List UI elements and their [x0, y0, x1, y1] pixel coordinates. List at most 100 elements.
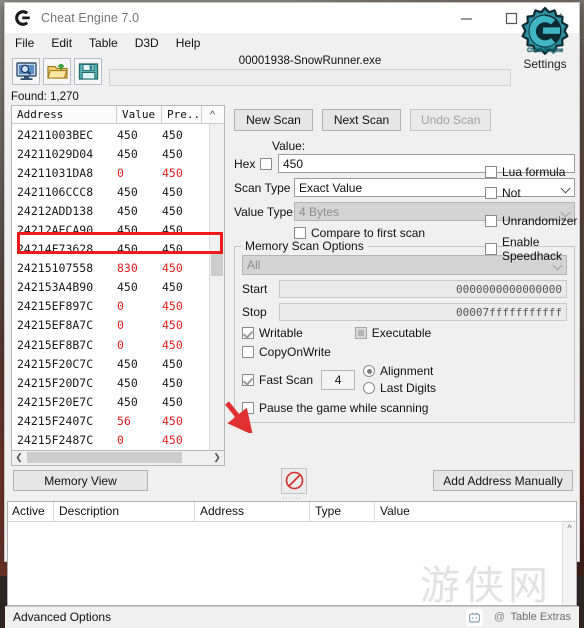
scan-row-previous: 450 [162, 165, 183, 180]
not-row: Not [485, 186, 581, 200]
add-address-manually-button[interactable]: Add Address Manually [433, 470, 573, 492]
scan-list-rows: 24211003BEC 450 450 24211029D04 450 450 242110… [12, 124, 209, 450]
not-checkbox[interactable] [485, 187, 497, 199]
scan-row-address: 24211031DA8 [17, 165, 94, 180]
scan-result-row[interactable]: 24211029D04 450 450 [12, 144, 209, 163]
menu-file[interactable]: File [15, 36, 34, 50]
scan-row-value: 56 [117, 413, 131, 428]
scan-row-address: 242153A4B90 [17, 280, 94, 295]
scan-row-value: 0 [117, 337, 124, 352]
fast-scan-checkbox[interactable] [242, 373, 254, 386]
unrandomizer-checkbox[interactable] [485, 215, 497, 227]
menu-d3d[interactable]: D3D [135, 36, 159, 50]
open-process-button[interactable] [12, 57, 40, 85]
sort-ascending-icon[interactable]: ^ [202, 106, 223, 123]
scan-result-row[interactable]: 24211031DA8 0 450 [12, 163, 209, 182]
stop-address-input[interactable]: 00007fffffffffff [279, 303, 567, 321]
scan-row-address: 24215EF8B7C [17, 337, 94, 352]
memory-scan-options-title: Memory Scan Options [241, 239, 368, 253]
chevron-up-icon[interactable]: ^ [563, 522, 576, 535]
last-digits-option[interactable]: Last Digits [363, 381, 436, 395]
pause-game-row: Pause the game while scanning [242, 401, 567, 415]
column-header-previous[interactable]: Pre.. [162, 106, 202, 123]
cheat-table: Active Description Address Type Value 游侠… [7, 500, 577, 606]
scan-result-row[interactable]: 2421106CCC8 450 450 [12, 182, 209, 201]
next-scan-button[interactable]: Next Scan [322, 109, 401, 131]
scan-row-previous: 450 [162, 337, 183, 352]
scan-result-row[interactable]: 24212AECA90 450 450 [12, 220, 209, 239]
copyonwrite-checkbox[interactable] [242, 346, 254, 358]
stop-label: Stop [242, 305, 267, 319]
scan-list-body[interactable]: 24211003BEC 450 450 24211029D04 450 450 242110… [11, 124, 225, 451]
scan-results-pane: Address Value Pre.. ^ 24211003BEC 450 450 2… [11, 105, 225, 466]
writable-checkbox[interactable] [242, 327, 254, 339]
table-column-type[interactable]: Type [310, 501, 375, 521]
stop-scan-button[interactable] [281, 467, 307, 494]
advanced-options-button[interactable]: Advanced Options [13, 610, 111, 624]
scan-result-row[interactable]: 24211003BEC 450 450 [12, 125, 209, 144]
writable-label: Writable [259, 326, 303, 340]
column-header-address[interactable]: Address [12, 106, 117, 123]
monitor-magnifier-icon [15, 61, 37, 80]
scan-result-row[interactable]: 24215F2487C 0 450 [12, 431, 209, 450]
scan-list-vertical-scrollbar[interactable] [209, 124, 224, 450]
enable-speedhack-checkbox[interactable] [485, 243, 497, 255]
scan-row-address: 24215F2487C [17, 433, 94, 448]
scan-result-row[interactable]: 24215F20D7C 450 450 [12, 373, 209, 392]
minimize-button[interactable] [444, 3, 489, 33]
menu-table[interactable]: Table [89, 36, 118, 50]
scan-row-address: 24212ADD138 [17, 203, 94, 218]
compare-to-first-scan-checkbox[interactable] [294, 227, 306, 239]
table-column-value[interactable]: Value [375, 502, 576, 521]
cheat-engine-window: Cheat Engine 7.0 File Edit Table D3D Hel… [4, 2, 581, 628]
alignment-radio[interactable] [363, 365, 376, 377]
table-column-address[interactable]: Address [195, 501, 310, 521]
settings-label[interactable]: Settings [523, 57, 566, 71]
scrollbar-thumb[interactable] [211, 254, 223, 276]
hscrollbar-thumb[interactable] [27, 451, 182, 463]
scan-result-row[interactable]: 24215107558 830 450 [12, 259, 209, 278]
menu-help[interactable]: Help [176, 36, 201, 50]
scan-result-row[interactable]: 24212ADD138 450 450 [12, 201, 209, 220]
last-digits-radio[interactable] [363, 382, 376, 394]
floppy-disk-save-icon [78, 62, 98, 80]
scan-result-row[interactable]: 24215EF897C 0 450 [12, 297, 209, 316]
executable-checkbox[interactable] [354, 327, 367, 339]
scan-row-previous: 450 [162, 223, 183, 238]
start-row: Start 0000000000000000 [242, 280, 567, 298]
table-extras-button[interactable]: Table Extras [510, 611, 571, 623]
scan-result-row[interactable]: 24215EF8A7C 0 450 [12, 316, 209, 335]
alignment-option[interactable]: Alignment [363, 364, 436, 378]
hex-checkbox[interactable] [260, 157, 272, 170]
cheat-table-scrollbar[interactable]: ^ [562, 521, 576, 605]
scan-result-row[interactable]: 24214F73628 450 450 [12, 240, 209, 259]
settings-block[interactable]: Cheat Engine Settings [513, 3, 577, 89]
cheat-table-body[interactable]: 游侠网 [8, 522, 576, 605]
scan-row-value: 450 [117, 146, 138, 161]
fast-scan-value-input[interactable]: 4 [321, 369, 356, 390]
scroll-left-icon[interactable]: ❮ [12, 452, 26, 463]
memory-view-button[interactable]: Memory View [13, 470, 148, 492]
start-address-input[interactable]: 0000000000000000 [279, 280, 567, 298]
lua-formula-checkbox[interactable] [485, 166, 497, 178]
scan-row-value: 450 [117, 223, 138, 238]
new-scan-button[interactable]: New Scan [234, 109, 313, 131]
scan-list-horizontal-scrollbar[interactable]: ❮ ❯ [11, 450, 225, 466]
found-count: Found: 1,270 [5, 89, 579, 105]
scan-row-value: 450 [117, 127, 138, 142]
column-header-value[interactable]: Value [117, 106, 162, 123]
table-column-description[interactable]: Description [54, 501, 195, 521]
scan-result-row[interactable]: 24215F2407C 56 450 [12, 411, 209, 430]
menu-edit[interactable]: Edit [51, 36, 72, 50]
scan-row-value: 0 [117, 299, 124, 314]
cheat-engine-gear-e-icon [15, 10, 30, 26]
save-table-button[interactable] [74, 57, 102, 85]
scan-result-row[interactable]: 242153A4B90 450 450 [12, 278, 209, 297]
scan-result-row[interactable]: 24215F20E7C 450 450 [12, 392, 209, 411]
open-table-button[interactable] [43, 57, 71, 85]
table-column-active[interactable]: Active [8, 501, 54, 521]
scroll-right-icon[interactable]: ❯ [210, 452, 224, 463]
scan-result-row[interactable]: 24215F20C7C 450 450 [12, 354, 209, 373]
process-progress-bar [109, 69, 511, 86]
scan-result-row[interactable]: 24215EF8B7C 0 450 [12, 335, 209, 354]
